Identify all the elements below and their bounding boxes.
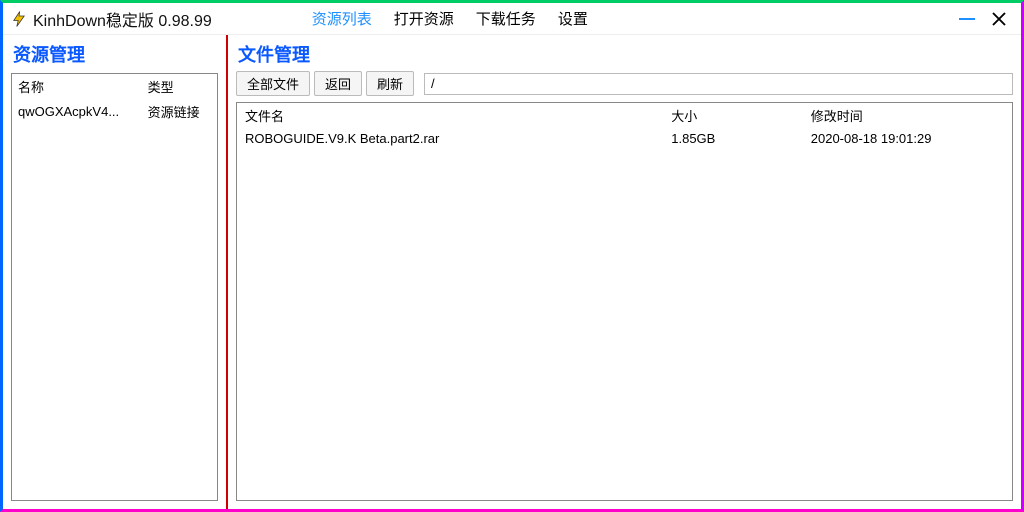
resource-panel: 资源管理 名称 类型 qwOGXAcpkV4... 资源链接 <box>3 35 228 509</box>
resource-col-type[interactable]: 类型 <box>142 74 217 99</box>
tab-download-tasks[interactable]: 下载任务 <box>476 8 536 29</box>
resource-type: 资源链接 <box>142 99 217 124</box>
file-col-name[interactable]: 文件名 <box>237 103 663 128</box>
app-icon <box>9 9 29 29</box>
resource-panel-title: 资源管理 <box>3 35 226 71</box>
path-input[interactable] <box>424 73 1013 95</box>
resource-list[interactable]: 名称 类型 qwOGXAcpkV4... 资源链接 <box>11 73 218 501</box>
body: 资源管理 名称 类型 qwOGXAcpkV4... 资源链接 <box>3 35 1021 509</box>
close-button[interactable] <box>983 10 1015 28</box>
file-size: 1.85GB <box>663 128 803 149</box>
minimize-button[interactable] <box>951 18 983 20</box>
refresh-button[interactable]: 刷新 <box>366 71 414 96</box>
app-title: KinhDown稳定版 0.98.99 <box>33 7 212 31</box>
resource-col-name[interactable]: 名称 <box>12 74 142 99</box>
titlebar: KinhDown稳定版 0.98.99 资源列表 打开资源 下载任务 设置 <box>3 3 1021 35</box>
file-mtime: 2020-08-18 19:01:29 <box>803 128 1012 149</box>
resource-row[interactable]: qwOGXAcpkV4... 资源链接 <box>12 99 217 124</box>
file-toolbar: 全部文件 返回 刷新 <box>228 69 1021 102</box>
tab-settings[interactable]: 设置 <box>558 8 588 29</box>
file-col-size[interactable]: 大小 <box>663 103 803 128</box>
file-panel: 文件管理 全部文件 返回 刷新 文件名 大小 修改时间 <box>228 35 1021 509</box>
file-col-mtime[interactable]: 修改时间 <box>803 103 1012 128</box>
nav-tabs: 资源列表 打开资源 下载任务 设置 <box>312 8 588 29</box>
resource-name: qwOGXAcpkV4... <box>12 99 142 124</box>
file-panel-title: 文件管理 <box>228 35 1021 69</box>
file-row[interactable]: ROBOGUIDE.V9.K Beta.part2.rar 1.85GB 202… <box>237 128 1012 149</box>
tab-resource-list[interactable]: 资源列表 <box>312 8 372 29</box>
tab-open-resource[interactable]: 打开资源 <box>394 8 454 29</box>
file-name: ROBOGUIDE.V9.K Beta.part2.rar <box>237 128 663 149</box>
back-button[interactable]: 返回 <box>314 71 362 96</box>
all-files-button[interactable]: 全部文件 <box>236 71 310 96</box>
file-list[interactable]: 文件名 大小 修改时间 ROBOGUIDE.V9.K Beta.part2.ra… <box>236 102 1013 501</box>
app-window: KinhDown稳定版 0.98.99 资源列表 打开资源 下载任务 设置 资源… <box>0 0 1024 512</box>
